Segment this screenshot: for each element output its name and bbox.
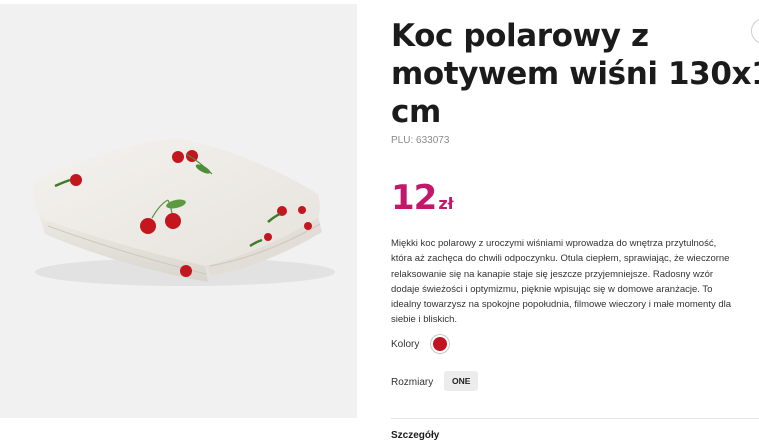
product-plu: PLU: 633073 xyxy=(391,135,450,146)
details-section-toggle[interactable]: Szczegóły xyxy=(391,430,439,441)
product-image[interactable] xyxy=(0,4,357,418)
product-info: Koc polarowy z motywem wiśni 130x160 cm … xyxy=(391,0,759,443)
details-divider xyxy=(391,418,759,419)
price-amount: 12 xyxy=(391,178,437,218)
color-swatch-red[interactable] xyxy=(431,335,449,353)
price-currency: zł xyxy=(438,194,454,213)
size-option-one[interactable]: ONE xyxy=(444,371,479,391)
sizes-label: Rozmiary xyxy=(391,377,434,388)
colors-label: Kolory xyxy=(391,339,420,350)
blanket-photo xyxy=(32,138,335,286)
product-price: 12 zł xyxy=(391,178,454,218)
product-description: Miękki koc polarowy z uroczymi wiśniami … xyxy=(391,238,732,326)
product-title: Koc polarowy z motywem wiśni 130x160 cm xyxy=(391,18,759,130)
